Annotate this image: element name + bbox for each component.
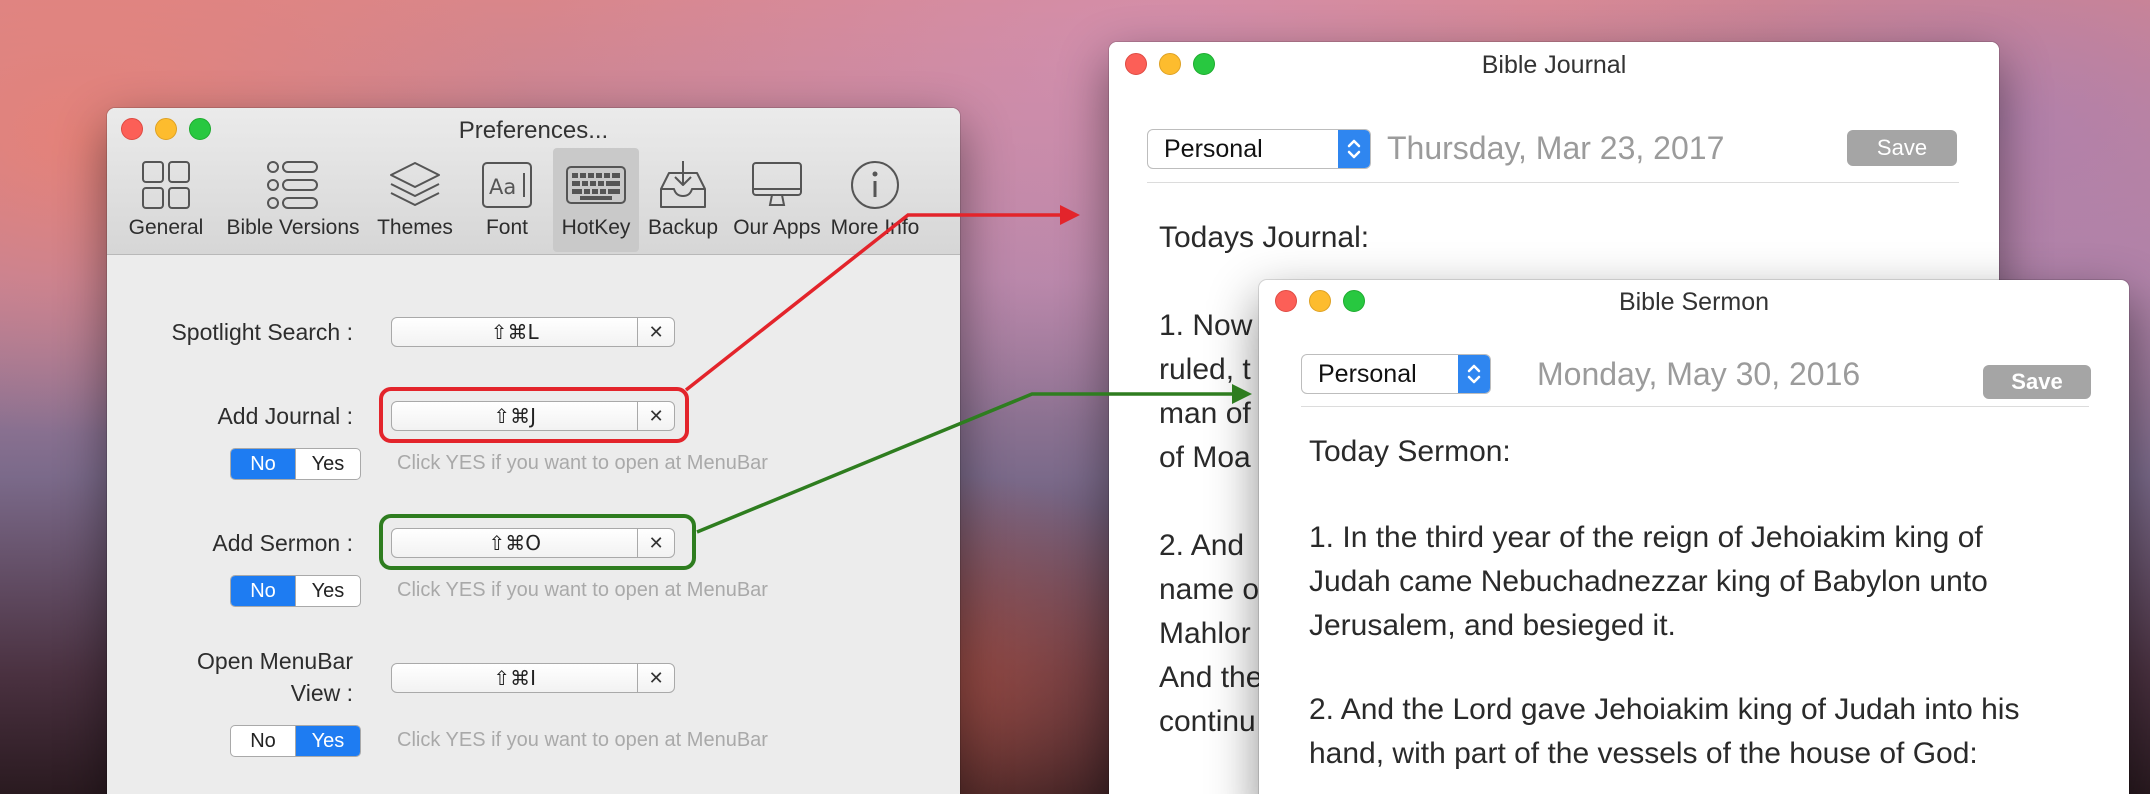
tab-label: HotKey — [561, 216, 631, 239]
clear-hotkey-button[interactable]: ✕ — [637, 664, 674, 692]
tab-more-info[interactable]: More Info — [827, 148, 923, 252]
tab-our-apps[interactable]: Our Apps — [727, 148, 827, 252]
hotkey-value: ⇧⌘L — [490, 320, 539, 344]
yes-option[interactable]: Yes — [295, 449, 360, 479]
entry-date: Monday, May 30, 2016 — [1537, 356, 1861, 392]
sermon-hotkey-highlight — [379, 514, 696, 570]
journal-body-line: man of — [1159, 397, 1251, 430]
sermon-menubar-hint: Click YES if you want to open at MenuBar — [397, 579, 768, 601]
menubar-view-hint: Click YES if you want to open at MenuBar — [397, 729, 768, 751]
window-title: Preferences... — [458, 117, 609, 144]
titlebar: Bible Journal — [1109, 42, 1999, 86]
no-option[interactable]: No — [231, 726, 295, 756]
tab-label: Font — [485, 216, 529, 239]
add-journal-label: Add Journal : — [217, 403, 353, 429]
menubar-view-toggle[interactable]: No Yes — [230, 725, 361, 757]
hotkey-settings-pane: Spotlight Search : ⇧⌘L ✕ Add Journal : ⇧… — [107, 255, 960, 794]
info-icon — [849, 156, 901, 214]
journal-menubar-toggle[interactable]: No Yes — [230, 448, 361, 480]
tab-label: General — [128, 216, 204, 239]
svg-text:Aa: Aa — [489, 175, 516, 199]
monitor-icon — [750, 156, 804, 214]
open-menubar-view-label: Open MenuBar View : — [107, 645, 353, 709]
tab-label: Themes — [377, 216, 453, 239]
save-button[interactable]: Save — [1847, 130, 1957, 166]
category-value: Personal — [1164, 134, 1263, 163]
save-button[interactable]: Save — [1983, 365, 2091, 399]
window-title: Bible Journal — [1481, 51, 1627, 79]
sermon-paragraph[interactable]: 1. In the third year of the reign of Jeh… — [1309, 516, 1988, 648]
hotkey-value: ⇧⌘I — [493, 666, 537, 690]
sermon-paragraph[interactable]: 2. And the Lord gave Jehoiakim king of J… — [1309, 688, 2019, 776]
sermon-menubar-toggle[interactable]: No Yes — [230, 575, 361, 607]
tab-label: Backup — [647, 216, 719, 239]
separator — [1147, 182, 1959, 183]
journal-body-line: ruled, t — [1159, 353, 1251, 386]
journal-body-text[interactable]: 1. Now ruled, t man of of Moa 2. And name o Ma… — [1159, 304, 1262, 744]
window-title: Bible Sermon — [1618, 288, 1770, 316]
preferences-toolbar-area: Preferences... General Bible Versions Th… — [107, 108, 960, 255]
grid-icon — [141, 156, 191, 214]
list-icon — [266, 156, 320, 214]
tab-general[interactable]: General — [115, 148, 217, 252]
label-line: View : — [290, 680, 353, 706]
journal-heading[interactable]: Todays Journal: — [1159, 216, 1369, 260]
sermon-heading[interactable]: Today Sermon: — [1309, 430, 1511, 474]
label-line: Open MenuBar — [197, 648, 353, 674]
close-icon: ✕ — [648, 321, 664, 342]
separator — [1301, 406, 2089, 407]
keyboard-icon — [566, 156, 626, 214]
entry-date: Thursday, Mar 23, 2017 — [1387, 130, 1725, 166]
updown-chevron-icon — [1338, 130, 1370, 168]
yes-option[interactable]: Yes — [295, 726, 360, 756]
journal-body-line: And the — [1159, 661, 1263, 694]
journal-body-line: name o — [1159, 573, 1260, 606]
red-arrowhead — [1060, 205, 1080, 225]
desktop-background: Preferences... General Bible Versions Th… — [0, 0, 2150, 794]
tab-bible-versions[interactable]: Bible Versions — [217, 148, 369, 252]
journal-body-line — [1159, 480, 1262, 524]
tab-hotkey[interactable]: HotKey — [553, 148, 639, 252]
journal-hotkey-highlight — [379, 387, 689, 443]
journal-menubar-hint: Click YES if you want to open at MenuBar — [397, 452, 768, 474]
journal-body-line: 2. And — [1159, 529, 1245, 562]
yes-option[interactable]: Yes — [295, 576, 360, 606]
menubar-hotkey-field[interactable]: ⇧⌘I ✕ — [391, 663, 675, 693]
clear-hotkey-button[interactable]: ✕ — [637, 318, 674, 346]
tab-font[interactable]: Aa Font — [461, 148, 553, 252]
tab-backup[interactable]: Backup — [639, 148, 727, 252]
spotlight-hotkey-field[interactable]: ⇧⌘L ✕ — [391, 317, 675, 347]
no-option[interactable]: No — [231, 449, 295, 479]
tab-themes[interactable]: Themes — [369, 148, 461, 252]
updown-chevron-icon — [1458, 355, 1490, 393]
bible-sermon-window: Bible Sermon Personal Monday, May 30, 20… — [1259, 280, 2129, 794]
download-tray-icon — [657, 156, 709, 214]
journal-body-line: of Moa — [1159, 441, 1251, 474]
tab-label: More Info — [830, 216, 920, 239]
font-icon: Aa — [481, 156, 533, 214]
preferences-window: Preferences... General Bible Versions Th… — [107, 108, 960, 794]
category-popup[interactable]: Personal — [1301, 354, 1491, 394]
category-popup[interactable]: Personal — [1147, 129, 1371, 169]
journal-body-line: Mahlor — [1159, 617, 1251, 650]
tab-label: Our Apps — [733, 216, 821, 239]
preferences-toolbar: General Bible Versions Themes Aa Font Ho… — [115, 148, 923, 252]
journal-body-line: 1. Now — [1159, 309, 1253, 342]
close-icon: ✕ — [648, 667, 664, 688]
layers-icon — [388, 156, 442, 214]
spotlight-search-label: Spotlight Search : — [171, 319, 353, 345]
journal-body-line: continu — [1159, 705, 1256, 738]
add-sermon-label: Add Sermon : — [212, 530, 353, 556]
tab-label: Bible Versions — [226, 216, 360, 239]
no-option[interactable]: No — [231, 576, 295, 606]
category-value: Personal — [1318, 359, 1417, 388]
